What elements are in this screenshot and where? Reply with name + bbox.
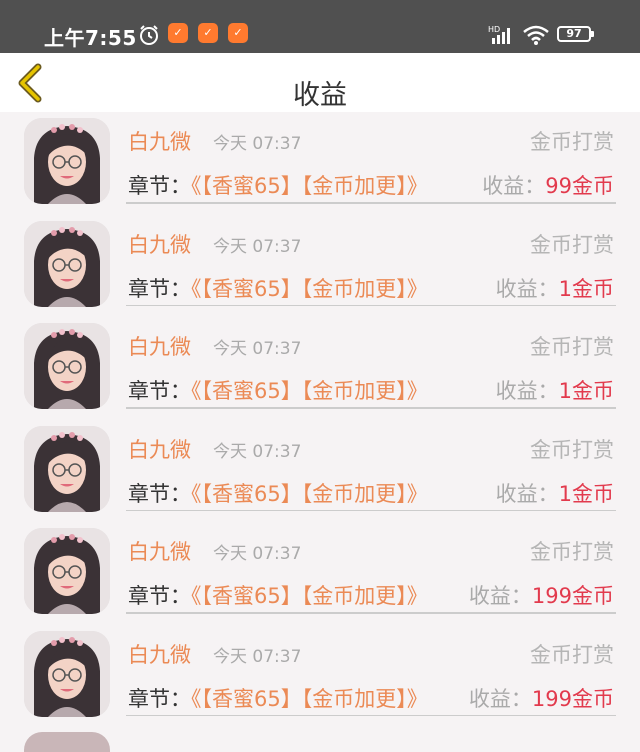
avatar[interactable]	[24, 528, 110, 615]
earnings-list: 白九微 今天 07:37 金币打赏 章节：《【香蜜65】【金币加更】》 收益：9…	[0, 112, 640, 728]
record-type: 金币打赏	[530, 540, 614, 565]
signal-icon: HD	[488, 24, 516, 50]
chapter-line: 章节：《【香蜜65】【金币加更】》	[128, 478, 428, 508]
wifi-icon	[522, 24, 550, 50]
chapter-label: 章节：	[128, 481, 191, 506]
earnings: 收益：199金币	[469, 580, 614, 610]
record-type: 金币打赏	[530, 335, 614, 360]
chapter-label: 章节：	[128, 174, 191, 198]
chapter-label: 章节：	[128, 686, 191, 711]
chapter-label: 章节：	[128, 276, 191, 301]
nav-bar: 收益	[0, 53, 640, 112]
network-label: HD	[488, 25, 500, 34]
earnings-amount: 1金币	[558, 276, 614, 301]
sender-name: 白九微	[128, 335, 191, 360]
record-time: 今天 07:37	[213, 544, 302, 565]
chapter-title: 《【香蜜65】【金币加更】》	[191, 379, 428, 404]
avatar[interactable]	[24, 732, 110, 752]
chapter-title: 《【香蜜65】【金币加更】》	[191, 276, 428, 301]
list-item[interactable]: 白九微 今天 07:37 金币打赏 章节：《【香蜜65】【金币加更】》 收益：1…	[0, 420, 640, 523]
record-time: 今天 07:37	[213, 236, 302, 257]
divider	[126, 612, 616, 614]
list-item[interactable]: 白九微 今天 07:37 金币打赏 章节：《【香蜜65】【金币加更】》 收益：1…	[0, 215, 640, 318]
earnings-amount: 1金币	[558, 481, 614, 506]
record-time: 今天 07:37	[213, 339, 302, 360]
app-notification-icon: ✓	[198, 23, 218, 43]
divider	[126, 407, 616, 409]
chapter-label: 章节：	[128, 379, 191, 404]
earnings: 收益：1金币	[496, 375, 614, 405]
earnings: 收益：199金币	[469, 683, 614, 713]
list-item[interactable]: 白九微 今天 07:37 金币打赏 章节：《【香蜜65】【金币加更】》 收益：1…	[0, 317, 640, 420]
earnings-label: 收益：	[495, 379, 559, 404]
earnings-amount: 99金币	[545, 174, 614, 198]
avatar[interactable]	[24, 425, 110, 512]
sender-name: 白九微	[128, 437, 191, 462]
earnings: 收益：1金币	[496, 478, 614, 508]
record-type: 金币打赏	[530, 130, 614, 154]
sender-name: 白九微	[128, 130, 191, 154]
sender-name: 白九微	[128, 232, 191, 257]
avatar[interactable]	[24, 220, 110, 307]
chapter-line: 章节：《【香蜜65】【金币加更】》	[128, 273, 428, 303]
earnings-amount: 199金币	[531, 584, 614, 609]
app-notification-icon: ✓	[228, 23, 248, 43]
list-item[interactable]: 白九微 今天 07:37 金币打赏 章节：《【香蜜65】【金币加更】》 收益：9…	[0, 112, 640, 215]
record-type: 金币打赏	[530, 642, 614, 667]
page-title: 收益	[293, 80, 347, 111]
divider	[126, 304, 616, 307]
chapter-title: 《【香蜜65】【金币加更】》	[191, 174, 428, 198]
chapter-label: 章节：	[128, 584, 191, 609]
list-item[interactable]: 白九微 今天 07:37 金币打赏 章节：《【香蜜65】【金币加更】》 收益：1…	[0, 625, 640, 728]
record-time: 今天 07:37	[213, 646, 302, 667]
record-time: 今天 07:37	[213, 441, 302, 462]
status-bar: 上午7:55 ✓ ✓ ✓ HD 97	[0, 0, 640, 53]
divider	[126, 509, 616, 512]
record-type: 金币打赏	[530, 437, 614, 462]
earnings-label: 收益：	[468, 584, 532, 609]
battery-indicator: 97	[557, 26, 594, 42]
sender-name: 白九微	[128, 642, 191, 667]
avatar[interactable]	[24, 323, 110, 410]
earnings-label: 收益：	[495, 276, 559, 301]
earnings-amount: 199金币	[531, 686, 614, 711]
earnings-label: 收益：	[468, 686, 532, 711]
chapter-line: 章节：《【香蜜65】【金币加更】》	[128, 683, 428, 713]
divider	[126, 714, 616, 717]
chapter-line: 章节：《【香蜜65】【金币加更】》	[128, 375, 428, 405]
chapter-line: 章节：《【香蜜65】【金币加更】》	[128, 580, 428, 610]
earnings: 收益：1金币	[496, 273, 614, 303]
chapter-line: 章节：《【香蜜65】【金币加更】》	[128, 170, 428, 200]
chapter-title: 《【香蜜65】【金币加更】》	[191, 481, 428, 506]
divider	[126, 202, 616, 204]
chapter-title: 《【香蜜65】【金币加更】》	[191, 584, 428, 609]
avatar[interactable]	[24, 118, 110, 204]
earnings-label: 收益：	[482, 174, 546, 198]
record-time: 今天 07:37	[213, 134, 302, 154]
app-notification-icon: ✓	[168, 23, 188, 43]
sender-name: 白九微	[128, 540, 191, 565]
list-item[interactable]: 白九微 今天 07:37 金币打赏 章节：《【香蜜65】【金币加更】》 收益：1…	[0, 522, 640, 625]
chapter-title: 《【香蜜65】【金币加更】》	[191, 686, 428, 711]
alarm-icon	[138, 24, 160, 50]
earnings-label: 收益：	[495, 481, 559, 506]
earnings-amount: 1金币	[558, 379, 614, 404]
avatar[interactable]	[24, 630, 110, 717]
record-type: 金币打赏	[530, 232, 614, 257]
status-time: 上午7:55	[44, 26, 137, 50]
earnings: 收益：99金币	[482, 170, 614, 200]
